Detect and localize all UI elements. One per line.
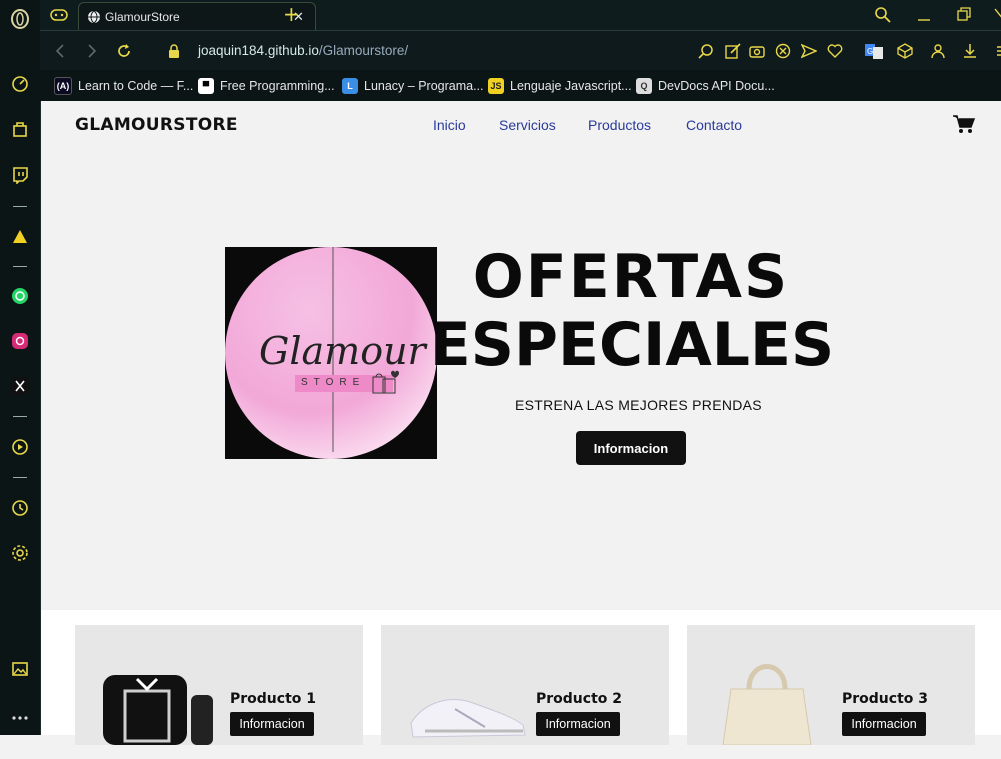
aria-icon[interactable]: [9, 225, 31, 247]
bookmark-label: Free Programming...: [220, 79, 335, 93]
search-icon[interactable]: [874, 6, 892, 28]
close-window-icon[interactable]: [993, 6, 1001, 26]
devdocs-icon: Q: [636, 78, 652, 94]
hero-subtitle: ESTRENA LAS MEJORES PRENDAS: [515, 397, 762, 413]
heart-icon[interactable]: [825, 41, 845, 61]
bookmark-label: Lenguaje Javascript...: [510, 79, 632, 93]
sidebar-divider: [13, 477, 27, 478]
instagram-icon[interactable]: [9, 330, 31, 352]
js-icon: JS: [488, 78, 504, 94]
product-info-button[interactable]: Informacion: [842, 712, 926, 736]
history-icon[interactable]: [9, 497, 31, 519]
minimize-icon[interactable]: [916, 6, 932, 28]
twitch-icon[interactable]: [9, 164, 31, 186]
product-card[interactable]: Producto 3 Informacion: [687, 625, 975, 746]
send-icon[interactable]: [799, 41, 819, 61]
bookmark-label: Lunacy – Programa...: [364, 79, 484, 93]
profile-icon[interactable]: [928, 41, 948, 61]
new-tab-button[interactable]: +: [283, 2, 300, 26]
download-icon[interactable]: [960, 41, 980, 61]
product-name: Producto 1: [230, 691, 316, 707]
bookmark-label: DevDocs API Docu...: [658, 79, 775, 93]
bookmark-item[interactable]: Q DevDocs API Docu...: [636, 75, 775, 97]
sidebar-divider: [13, 416, 27, 417]
bag-image: [711, 649, 821, 749]
bookmark-item[interactable]: (A) Learn to Code — F...: [54, 75, 193, 97]
product-info-button[interactable]: Informacion: [536, 712, 620, 736]
browser-sidebar: [0, 0, 41, 735]
product-info-button[interactable]: Informacion: [230, 712, 314, 736]
x-twitter-icon[interactable]: [9, 375, 31, 397]
game-controller-icon[interactable]: [50, 7, 68, 27]
nav-productos[interactable]: Productos: [588, 117, 651, 133]
more-icon[interactable]: [9, 707, 31, 729]
logo-store-text: STORE: [301, 377, 366, 388]
hero-info-button[interactable]: Informacion: [576, 431, 686, 465]
web-page: GLAMOURSTORE Inicio Servicios Productos …: [41, 101, 1001, 746]
book-icon: ▀: [198, 78, 214, 94]
hero-title-line1: OFERTAS: [472, 242, 790, 312]
nav-inicio[interactable]: Inicio: [433, 117, 466, 133]
bookmark-item[interactable]: ▀ Free Programming...: [198, 75, 335, 97]
shopping-icon[interactable]: [9, 118, 31, 140]
edit-icon[interactable]: [723, 41, 743, 61]
bookmark-label: Learn to Code — F...: [78, 79, 194, 93]
hero-title-line2: ESPECIALES: [429, 310, 835, 380]
gallery-icon[interactable]: [9, 658, 31, 680]
belt-image: [97, 665, 217, 759]
opera-logo-icon[interactable]: [9, 8, 31, 30]
url-domain: joaquin184.github.io: [198, 43, 319, 58]
tab-title: GlamourStore: [105, 10, 180, 24]
page-search-icon[interactable]: [696, 41, 716, 61]
bookmark-item[interactable]: JS Lenguaje Javascript...: [488, 75, 632, 97]
settings-gear-icon[interactable]: [9, 542, 31, 564]
shopping-bags-icon: [371, 369, 401, 399]
lunacy-icon: L: [342, 78, 358, 94]
brand-logo[interactable]: GLAMOURSTORE: [75, 115, 238, 135]
lock-icon[interactable]: [164, 41, 184, 61]
extensions-cube-icon[interactable]: [895, 41, 915, 61]
tab-bar: GlamourStore ✕ +: [40, 0, 1001, 32]
bookmarks-bar: (A) Learn to Code — F... ▀ Free Programm…: [40, 70, 1001, 101]
sneaker-image: [405, 681, 529, 749]
speed-dial-icon[interactable]: [9, 73, 31, 95]
logo-script-text: Glamour: [259, 329, 426, 373]
product-card[interactable]: Producto 2 Informacion: [381, 625, 669, 745]
globe-icon: [87, 9, 101, 28]
hero-logo-image: Glamour STORE: [225, 247, 437, 459]
bookmark-item[interactable]: L Lunacy – Programa...: [342, 75, 484, 97]
reload-icon[interactable]: [114, 41, 134, 61]
svg-text:G: G: [867, 47, 873, 56]
url-path: /Glamourstore/: [318, 43, 409, 58]
translate-icon[interactable]: G: [864, 41, 884, 61]
freecodecamp-icon: (A): [54, 77, 72, 95]
camera-icon[interactable]: [747, 41, 767, 61]
restore-icon[interactable]: [956, 6, 972, 26]
menu-icon[interactable]: [990, 41, 1001, 61]
address-bar: joaquin184.github.io/Glamourstore/ G: [40, 30, 1001, 71]
sidebar-divider: [13, 206, 27, 207]
product-name: Producto 3: [842, 691, 928, 707]
url-field[interactable]: joaquin184.github.io/Glamourstore/: [198, 43, 408, 58]
product-name: Producto 2: [536, 691, 622, 707]
whatsapp-icon[interactable]: [9, 285, 31, 307]
adblock-icon[interactable]: [773, 41, 793, 61]
back-icon[interactable]: [50, 41, 70, 61]
cart-icon[interactable]: [953, 114, 976, 138]
tab-glamourstore[interactable]: GlamourStore ✕: [78, 2, 316, 31]
player-icon[interactable]: [9, 436, 31, 458]
product-card[interactable]: Producto 1 Informacion: [75, 625, 363, 745]
nav-contacto[interactable]: Contacto: [686, 117, 742, 133]
forward-icon[interactable]: [82, 41, 102, 61]
sidebar-divider: [13, 266, 27, 267]
nav-servicios[interactable]: Servicios: [499, 117, 556, 133]
